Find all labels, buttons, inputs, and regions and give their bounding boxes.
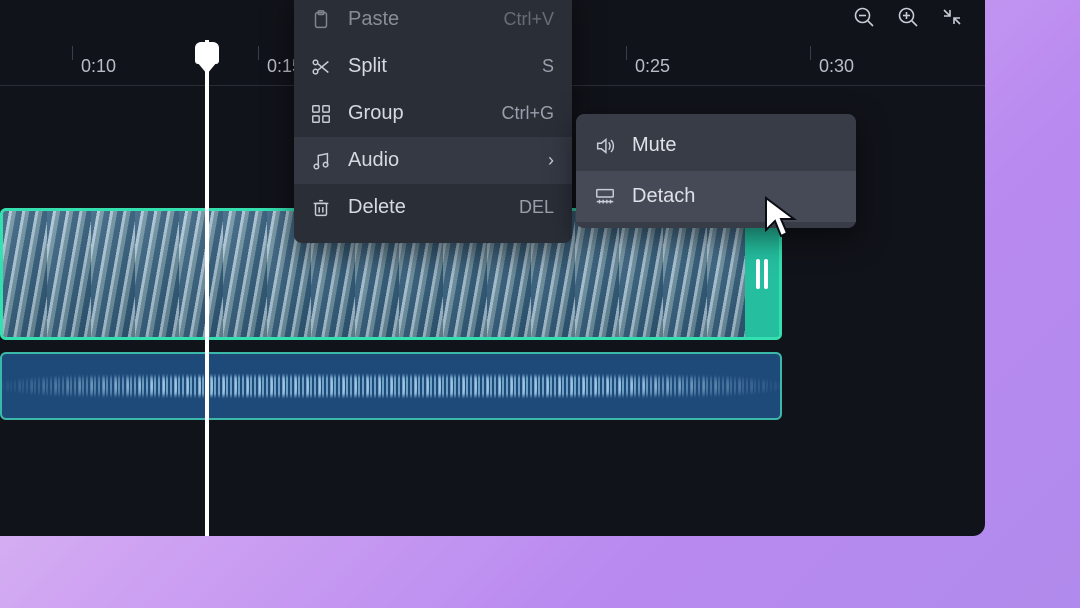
menu-item-label: Split bbox=[348, 55, 526, 78]
audio-submenu: Mute Detach bbox=[576, 114, 856, 228]
ruler-tick-label: 0:30 bbox=[819, 56, 854, 77]
clip-thumbnail bbox=[135, 211, 179, 339]
submenu-item-mute[interactable]: Mute bbox=[576, 120, 856, 171]
menu-item-label: Paste bbox=[348, 8, 487, 31]
zoom-in-button[interactable] bbox=[895, 4, 921, 30]
context-menu: Paste Ctrl+V Split S Group Ctrl+G Audio › Delete… bbox=[294, 0, 572, 243]
menu-item-shortcut: S bbox=[542, 56, 554, 77]
split-icon bbox=[310, 56, 332, 78]
clip-thumbnail bbox=[3, 211, 47, 339]
ruler-tick: 0:15 bbox=[258, 46, 259, 60]
clip-thumbnail bbox=[575, 211, 619, 339]
audio-clip[interactable] bbox=[0, 352, 782, 420]
group-icon bbox=[310, 103, 332, 125]
zoom-out-button[interactable] bbox=[851, 4, 877, 30]
menu-item-shortcut: Ctrl+V bbox=[503, 9, 554, 30]
submenu-item-label: Detach bbox=[632, 185, 838, 208]
ruler-tick: 0:25 bbox=[626, 46, 627, 60]
clip-thumbnail bbox=[663, 211, 707, 339]
clip-thumbnail bbox=[223, 211, 267, 339]
clip-thumbnail bbox=[619, 211, 663, 339]
collapse-icon bbox=[940, 5, 964, 29]
mute-icon bbox=[594, 135, 616, 157]
menu-item-label: Audio bbox=[348, 149, 532, 172]
menu-item-label: Delete bbox=[348, 196, 503, 219]
ruler-tick: 0:30 bbox=[810, 46, 811, 60]
menu-item-split[interactable]: Split S bbox=[294, 43, 572, 90]
collapse-button[interactable] bbox=[939, 4, 965, 30]
detach-icon bbox=[594, 186, 616, 208]
menu-item-delete[interactable]: Delete DEL bbox=[294, 184, 572, 231]
paste-icon bbox=[310, 9, 332, 31]
menu-item-label: Group bbox=[348, 102, 485, 125]
clip-thumbnail bbox=[179, 211, 223, 339]
menu-item-group[interactable]: Group Ctrl+G bbox=[294, 90, 572, 137]
ruler-tick: 0:10 bbox=[72, 46, 73, 60]
zoom-in-icon bbox=[896, 5, 920, 29]
timeline-tools bbox=[851, 4, 965, 30]
clip-thumbnail bbox=[91, 211, 135, 339]
delete-icon bbox=[310, 197, 332, 219]
audio-icon bbox=[310, 150, 332, 172]
menu-item-shortcut: Ctrl+G bbox=[501, 103, 554, 124]
ruler-tick-label: 0:25 bbox=[635, 56, 670, 77]
editor-window: 0:100:150:200:250:30 PasteCtrl+VSplitSGr… bbox=[0, 0, 985, 536]
menu-item-paste[interactable]: Paste Ctrl+V bbox=[294, 0, 572, 43]
zoom-out-icon bbox=[852, 5, 876, 29]
chevron-right-icon: › bbox=[548, 150, 554, 171]
ruler-tick-label: 0:10 bbox=[81, 56, 116, 77]
submenu-item-label: Mute bbox=[632, 134, 838, 157]
cursor-icon bbox=[764, 196, 802, 238]
menu-item-shortcut: DEL bbox=[519, 197, 554, 218]
submenu-item-detach[interactable]: Detach bbox=[576, 171, 856, 222]
playhead[interactable] bbox=[205, 40, 209, 536]
clip-thumbnail bbox=[47, 211, 91, 339]
waveform bbox=[2, 354, 780, 418]
menu-item-audio[interactable]: Audio › bbox=[294, 137, 572, 184]
